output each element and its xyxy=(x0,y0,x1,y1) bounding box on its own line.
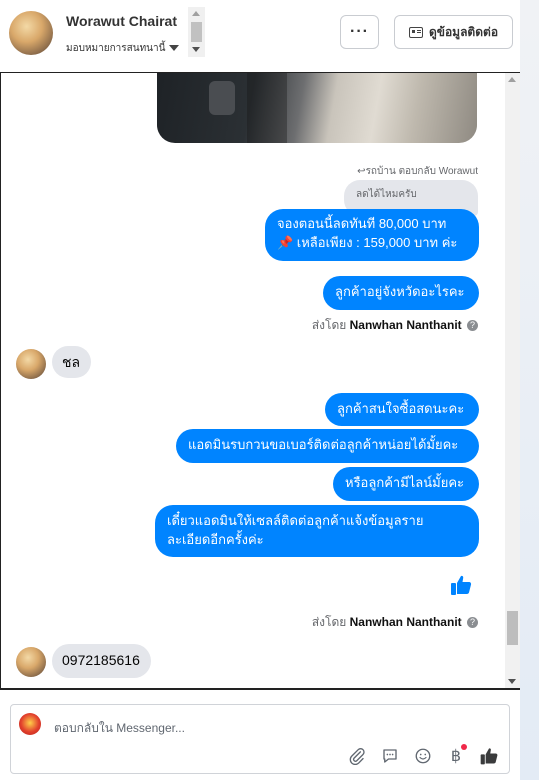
message-text: หรือลูกค้ามีไลน์มั้ยคะ xyxy=(345,475,465,490)
scroll-up-icon[interactable] xyxy=(192,11,200,16)
reply-input[interactable]: ตอบกลับใน Messenger... xyxy=(54,719,185,738)
scroll-thumb[interactable] xyxy=(507,611,518,645)
message-bubble-incoming[interactable]: ชล xyxy=(52,346,91,378)
photo-detail xyxy=(209,81,235,115)
sent-by-label: ส่งโดย Nanwhan Nanthanit ? xyxy=(312,613,478,632)
scroll-up-icon[interactable] xyxy=(508,77,516,82)
scroll-down-icon[interactable] xyxy=(192,47,200,52)
sender-avatar[interactable] xyxy=(16,647,46,677)
thumbs-up-icon[interactable] xyxy=(449,573,473,597)
reply-arrow-icon: ↩ xyxy=(357,166,366,177)
assign-conversation[interactable]: มอบหมายการสนทนานี้ xyxy=(66,41,180,56)
more-options-button[interactable]: ··· xyxy=(340,15,379,49)
paperclip-icon[interactable] xyxy=(347,746,367,766)
contact-avatar[interactable] xyxy=(9,11,53,55)
sent-by-name: Nanwhan Nanthanit xyxy=(349,615,462,629)
reply-meta-text: รถบ้าน ตอบกลับ Worawut xyxy=(365,166,478,177)
message-bubble-outgoing[interactable]: เดี๋ยวแอดมินให้เซลล์ติดต่อลูกค้าแจ้งข้อม… xyxy=(155,505,479,557)
scroll-down-icon[interactable] xyxy=(508,679,516,684)
reply-meta: ↩รถบ้าน ตอบกลับ Worawut xyxy=(357,164,478,179)
sent-by-prefix: ส่งโดย xyxy=(311,615,347,629)
chat-bubble-icon[interactable] xyxy=(380,746,400,766)
message-bubble-outgoing[interactable]: ลูกค้าสนใจซื้อสดนะคะ xyxy=(325,393,479,426)
message-text: เดี๋ยวแอดมินให้เซลล์ติดต่อลูกค้าแจ้งข้อม… xyxy=(167,513,424,528)
page-avatar xyxy=(19,713,41,735)
assign-label: มอบหมายการสนทนานี้ xyxy=(66,43,166,54)
header-scrollbar[interactable] xyxy=(188,7,205,57)
car-interior-photo[interactable] xyxy=(157,73,477,143)
scroll-thumb[interactable] xyxy=(191,22,202,42)
more-options-label: ··· xyxy=(350,23,369,40)
baht-icon[interactable]: ฿ xyxy=(446,744,467,766)
composer-toolbar: ฿ xyxy=(347,744,499,766)
view-contact-label: ดูข้อมูลติดต่อ xyxy=(428,24,499,39)
message-text: จองตอนนี้ลดทันที 80,000 บาท xyxy=(277,216,447,231)
info-icon[interactable]: ? xyxy=(467,320,478,332)
sent-by-label: ส่งโดย Nanwhan Nanthanit ? xyxy=(312,316,478,335)
message-text: 📌 เหลือเพียง : 159,000 บาท ค่ะ xyxy=(277,235,458,250)
quoted-text: ลดได้ไหมครับ xyxy=(356,189,417,200)
sent-by-name: Nanwhan Nanthanit xyxy=(349,318,462,332)
message-bubble-outgoing[interactable]: ลูกค้าอยู่จังหวัดอะไรคะ xyxy=(323,276,479,310)
emoji-icon[interactable] xyxy=(413,746,433,766)
right-panel-edge xyxy=(520,0,539,780)
message-text: แอดมินรบกวนขอเบอร์ติดต่อลูกค้าหน่อยได้มั… xyxy=(188,437,459,452)
photo-shade xyxy=(247,73,287,143)
notification-dot xyxy=(461,744,467,750)
view-contact-button[interactable]: ดูข้อมูลติดต่อ xyxy=(394,15,513,49)
info-icon[interactable]: ? xyxy=(467,617,478,629)
sent-by-prefix: ส่งโดย xyxy=(311,318,347,332)
message-text: 0972185616 xyxy=(62,652,140,668)
message-bubble-outgoing[interactable]: แอดมินรบกวนขอเบอร์ติดต่อลูกค้าหน่อยได้มั… xyxy=(176,429,479,463)
message-bubble-outgoing[interactable]: หรือลูกค้ามีไลน์มั้ยคะ xyxy=(333,467,479,501)
contact-name[interactable]: Worawut Chairat xyxy=(66,13,177,29)
conversation-header: Worawut Chairat มอบหมายการสนทนานี้ ··· ด… xyxy=(0,0,520,73)
message-text: ลูกค้าอยู่จังหวัดอะไรคะ xyxy=(335,284,465,299)
message-text: ละเอียดอีกครั้งค่ะ xyxy=(167,532,264,547)
thumbs-up-icon[interactable] xyxy=(479,746,499,766)
contact-card-icon xyxy=(408,26,423,38)
caret-down-icon xyxy=(169,45,180,52)
message-text: ชล xyxy=(62,354,81,370)
message-bubble-outgoing[interactable]: จองตอนนี้ลดทันที 80,000 บาท 📌 เหลือเพียง… xyxy=(265,209,479,261)
message-composer[interactable]: ตอบกลับใน Messenger... ฿ xyxy=(10,704,510,774)
sender-avatar[interactable] xyxy=(16,349,46,379)
message-thread[interactable]: ↩รถบ้าน ตอบกลับ Worawut ลดได้ไหมครับ จอง… xyxy=(0,72,520,690)
message-bubble-incoming[interactable]: 0972185616 xyxy=(52,644,151,678)
message-text: ลูกค้าสนใจซื้อสดนะคะ xyxy=(337,401,465,416)
thread-scrollbar[interactable] xyxy=(505,73,520,688)
